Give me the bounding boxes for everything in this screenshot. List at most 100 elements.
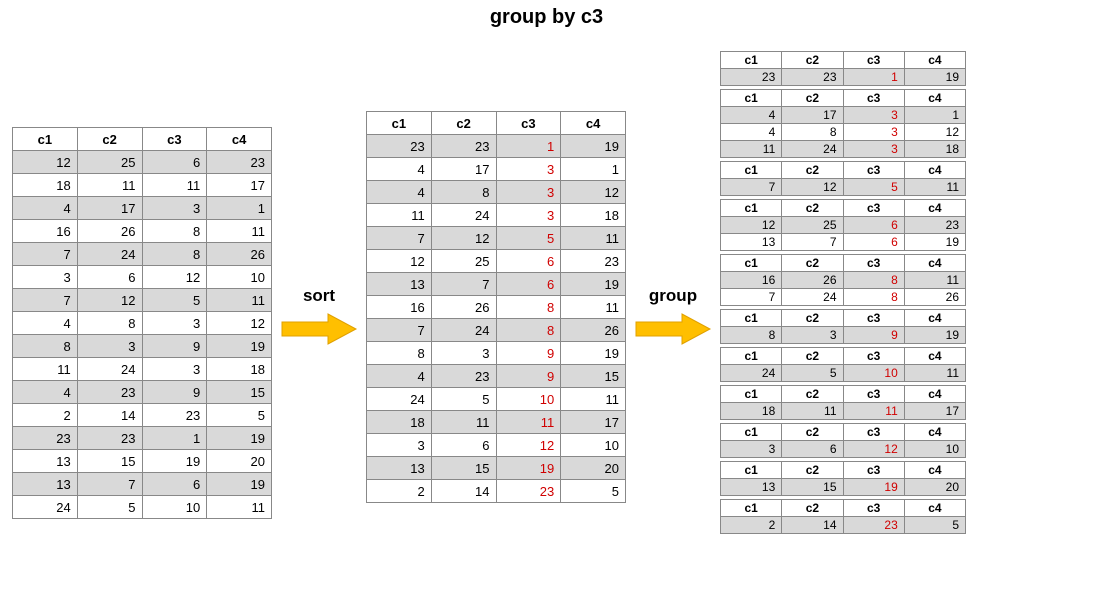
table-row: 18111117 [367,411,626,434]
table-row: 48312 [13,312,272,335]
column-header: c1 [721,462,782,479]
table-row: 1124318 [13,358,272,381]
column-header: c4 [904,310,965,327]
column-header: c2 [782,200,843,217]
arrow-right-icon [280,312,358,346]
column-header: c4 [904,162,965,179]
table-row: 41731 [13,197,272,220]
column-header: c2 [782,90,843,107]
table-row: 137619 [13,473,272,496]
column-header: c2 [77,128,142,151]
group-table: c1c2c3c483919 [720,309,966,344]
column-header: c4 [904,424,965,441]
table-row: 13151920 [721,479,966,496]
column-header: c3 [843,424,904,441]
column-header: c1 [721,500,782,517]
table-row: 83919 [721,327,966,344]
column-header: c3 [843,462,904,479]
table-row: 423915 [367,365,626,388]
table-row: 214235 [721,517,966,534]
table-row: 48312 [367,181,626,204]
table-row: 18111117 [13,174,272,197]
column-header: c3 [142,128,207,151]
table-row: 724826 [13,243,272,266]
column-header: c4 [904,462,965,479]
table-row: 18111117 [721,403,966,420]
column-header: c2 [782,310,843,327]
table-row: 137619 [721,234,966,251]
table-row: 1124318 [721,141,966,158]
column-header: c3 [843,162,904,179]
table-row: 137619 [367,273,626,296]
table-row: 1626811 [13,220,272,243]
table-row: 2323119 [367,135,626,158]
column-header: c4 [904,348,965,365]
table-row: 83919 [13,335,272,358]
table-row: 1626811 [721,272,966,289]
column-header: c2 [782,52,843,69]
column-header: c3 [843,500,904,517]
column-header: c3 [843,310,904,327]
table-row: 712511 [13,289,272,312]
column-header: c2 [782,424,843,441]
column-header: c3 [843,200,904,217]
column-header: c3 [843,90,904,107]
column-header: c1 [721,348,782,365]
group-table: c1c2c3c4712511 [720,161,966,196]
column-header: c2 [782,462,843,479]
table-row: 2451011 [367,388,626,411]
table-row: 1225623 [13,151,272,174]
table-row: 41731 [367,158,626,181]
column-header: c4 [904,255,965,272]
column-header: c3 [843,386,904,403]
table-row: 724826 [367,319,626,342]
table-row: 361210 [13,266,272,289]
group-table: c1c2c3c441731483121124318 [720,89,966,158]
column-header: c4 [904,52,965,69]
table-row: 2323119 [13,427,272,450]
grouped-tables: c1c2c3c42323119c1c2c3c441731483121124318… [720,51,966,534]
table-row: 712511 [367,227,626,250]
column-header: c1 [721,310,782,327]
column-header: c4 [904,386,965,403]
column-header: c4 [904,200,965,217]
column-header: c4 [561,112,626,135]
column-header: c1 [721,255,782,272]
table-row: 1225623 [721,217,966,234]
column-header: c1 [721,386,782,403]
table-row: 361210 [721,441,966,458]
table-row: 214235 [367,480,626,503]
group-table: c1c2c3c41626811724826 [720,254,966,306]
column-header: c3 [843,52,904,69]
table-row: 2323119 [721,69,966,86]
column-header: c3 [843,348,904,365]
table-row: 13151920 [13,450,272,473]
table-row: 1124318 [367,204,626,227]
arrow-group-label: group [649,286,697,306]
column-header: c1 [721,424,782,441]
column-header: c2 [782,162,843,179]
column-header: c2 [782,348,843,365]
table-row: 712511 [721,179,966,196]
table-row: 361210 [367,434,626,457]
column-header: c1 [367,112,432,135]
column-header: c2 [782,255,843,272]
column-header: c4 [904,500,965,517]
column-header: c3 [843,255,904,272]
group-table: c1c2c3c413151920 [720,461,966,496]
table-row: 2451011 [721,365,966,382]
group-table: c1c2c3c42451011 [720,347,966,382]
group-table: c1c2c3c42323119 [720,51,966,86]
table-row: 214235 [13,404,272,427]
group-table: c1c2c3c4214235 [720,499,966,534]
arrow-right-icon [634,312,712,346]
group-table: c1c2c3c4361210 [720,423,966,458]
group-table: c1c2c3c418111117 [720,385,966,420]
table-row: 48312 [721,124,966,141]
column-header: c2 [431,112,496,135]
table-row: 83919 [367,342,626,365]
column-header: c1 [721,200,782,217]
table-row: 1225623 [367,250,626,273]
arrow-sort-label: sort [303,286,335,306]
column-header: c1 [721,52,782,69]
